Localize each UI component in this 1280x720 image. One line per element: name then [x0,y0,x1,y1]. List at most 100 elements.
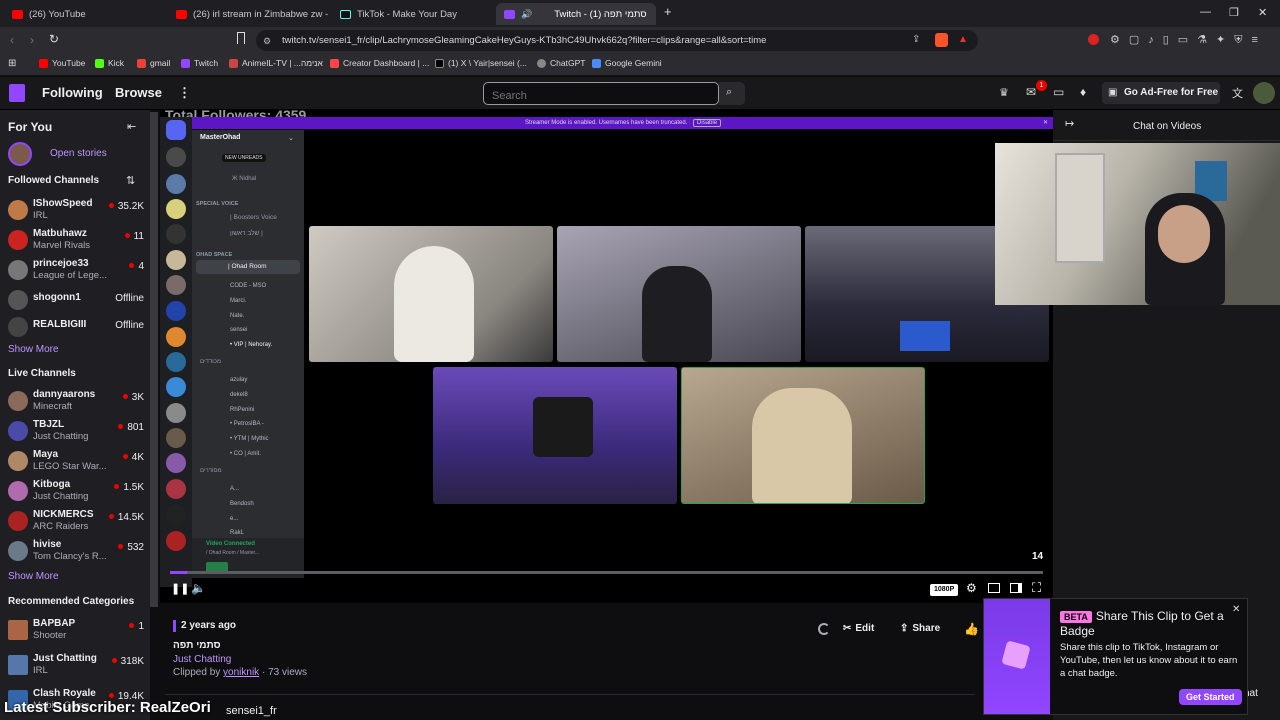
bookmark-chatgpt[interactable]: ChatGPT [537,58,585,68]
search-button[interactable]: ⌕ [719,82,745,105]
more-menu-icon[interactable]: ⋮ [178,85,191,101]
open-stories-link[interactable]: Open stories [50,148,107,159]
clip-category-link[interactable]: Just Chatting [173,654,231,665]
speaker-icon[interactable]: 🔊 [521,9,532,20]
fullscreen-icon[interactable]: ⛶ [1032,580,1041,596]
bookmark-youtube[interactable]: YouTube [39,58,85,68]
close-icon[interactable]: ✕ [1232,604,1240,615]
bookmark-gmail[interactable]: gmail [137,58,170,68]
discord-server-icon[interactable] [166,174,186,194]
channel-name[interactable]: sensei1_fr [226,705,277,717]
discord-server-icon[interactable] [166,250,186,270]
close-icon[interactable]: ✕ [1043,117,1048,129]
url-field[interactable]: twitch.tv/sensei1_fr/clip/LachrymoseGlea… [256,30,978,51]
bookmark-x[interactable]: (1) X \ Yair|sensei (... [435,58,527,68]
pause-icon[interactable]: ❚❚ [171,582,189,595]
discord-server-icon[interactable] [166,301,186,321]
voice-channel[interactable]: שלב ראשון | [230,230,263,237]
show-more-followed[interactable]: Show More [8,344,59,355]
voice-channel[interactable]: מסודרים [200,468,222,474]
reload-icon[interactable]: ↻ [49,32,59,46]
search-input[interactable] [483,82,719,105]
ad-free-button[interactable]: Go Ad-Free for Free [1102,82,1220,104]
live-channel[interactable]: Kitboga Just Chatting 1.5K [8,479,148,505]
live-channel[interactable]: dannyaarons Minecraft 3K [8,389,148,415]
voice-channel[interactable]: | Boosters Voice [230,214,277,221]
nav-browse[interactable]: Browse [115,85,162,100]
extension-icons[interactable]: ⚙▢♪▯▭⚗✦⛨≡ [1110,33,1267,47]
live-channel[interactable]: Maya LEGO Star War... 4K [8,449,148,475]
browser-tab-youtube[interactable]: (26) YouTube [4,3,164,25]
expand-chat-icon[interactable]: ↦ [1065,117,1074,130]
new-unreads-pill[interactable]: NEW UNREADS [222,154,266,162]
disable-button[interactable]: Disable [693,119,722,127]
share-button[interactable]: ⇪ Share [900,623,940,634]
back-icon[interactable]: ‹ [10,33,14,47]
bookmark-gemini[interactable]: Google Gemini [592,58,662,68]
apps-icon[interactable]: ⊞ [8,58,16,69]
sort-icon[interactable]: ⇅ [126,174,135,187]
video-player[interactable]: Total Followers: 4359 Streamer Mode is e… [160,110,1053,603]
sidebar-toggle-icon[interactable] [1010,583,1022,593]
live-channel[interactable]: NICKMERCS ARC Raiders 14.5K [8,509,148,535]
live-channel[interactable]: hivise Tom Clancy's R... 532 [8,539,148,565]
discord-server-icon[interactable] [166,327,186,347]
stories-avatar[interactable] [8,142,32,166]
extension-red-icon[interactable] [1088,34,1099,45]
quality-badge[interactable]: 1080P [930,584,959,596]
bookmark-twitch[interactable]: Twitch [181,58,218,68]
get-started-button[interactable]: Get Started [1179,689,1242,705]
discord-server-icon[interactable] [166,453,186,473]
collapse-sidebar-icon[interactable]: ⇤ [127,120,136,133]
theatre-mode-icon[interactable] [988,583,1000,593]
edit-button[interactable]: ✂ Edit [843,623,874,634]
bits-icon[interactable]: ♦ [1080,85,1086,99]
participant-video-speaking[interactable] [681,367,925,504]
bookmark-animeil[interactable]: AnimeIL-TV | ...אנימה [229,58,323,68]
participant-video[interactable] [309,226,553,362]
twitch-logo-icon[interactable] [9,84,25,102]
discord-server-icon[interactable] [166,479,186,499]
followed-channel[interactable]: princejoe33 League of Lege... 4 [8,258,148,284]
followed-channel[interactable]: IShowSpeed IRL 35.2K [8,198,148,224]
discord-server-icon[interactable] [166,147,186,167]
clipper-link[interactable]: yoniknik [223,667,259,678]
browser-tab-twitch[interactable]: 🔊Twitch - סתמי תפה (1)✕ [496,3,656,25]
chevron-down-icon[interactable]: ⌄ [288,134,294,142]
discord-server-icon[interactable] [166,199,186,219]
followed-channel[interactable]: Matbuhawz Marvel Rivals 11 [8,228,148,254]
discord-server-icon[interactable] [166,403,186,423]
bookmark-kick[interactable]: Kick [95,58,124,68]
nav-following[interactable]: Following [42,85,103,100]
settings-gear-icon[interactable]: ⚙ [966,581,977,595]
discord-server-icon[interactable] [166,275,186,295]
browser-tab-tiktok[interactable]: TikTok - Make Your Day [332,3,492,25]
restore-button[interactable]: ❐ [1229,6,1239,19]
forward-icon[interactable]: › [30,33,34,47]
live-channel[interactable]: TBJZL Just Chatting 801 [8,419,148,445]
close-window-button[interactable]: ✕ [1258,6,1267,19]
brave-rewards-icon[interactable]: ▲ [958,34,968,45]
seek-bar[interactable] [170,571,1043,574]
recommended-category[interactable]: BAPBAP Shooter 1 [8,618,148,644]
new-tab-button[interactable]: + [664,4,672,19]
participant-video[interactable] [557,226,801,362]
like-button[interactable]: 👍 [964,622,979,636]
bookmark-creator-dashboard[interactable]: Creator Dashboard | ... [330,58,429,68]
discord-server-icon[interactable] [166,377,186,397]
sidebar-scrollbar[interactable] [150,112,158,607]
site-info-icon[interactable]: ⚙ [263,36,271,47]
discord-server-icon[interactable] [166,531,186,551]
discord-server-icon[interactable] [166,224,186,244]
translate-icon[interactable]: 文 [1232,85,1243,101]
browser-tab-youtube-stream[interactable]: (26) irl stream in Zimbabwe zw - You [168,3,328,25]
discord-home-icon[interactable] [166,120,186,140]
whispers-icon[interactable]: ▭ [1053,85,1064,99]
discord-server-icon[interactable] [166,352,186,372]
share-page-icon[interactable]: ⇪ [912,34,920,45]
bookmark-icon[interactable] [237,32,245,44]
discord-server-icon[interactable] [166,428,186,448]
followed-channel[interactable]: REALBIGIII Offline [8,315,148,341]
recommended-category[interactable]: Just Chatting IRL 318K [8,653,148,679]
inbox-icon[interactable]: ✉ [1026,85,1036,99]
